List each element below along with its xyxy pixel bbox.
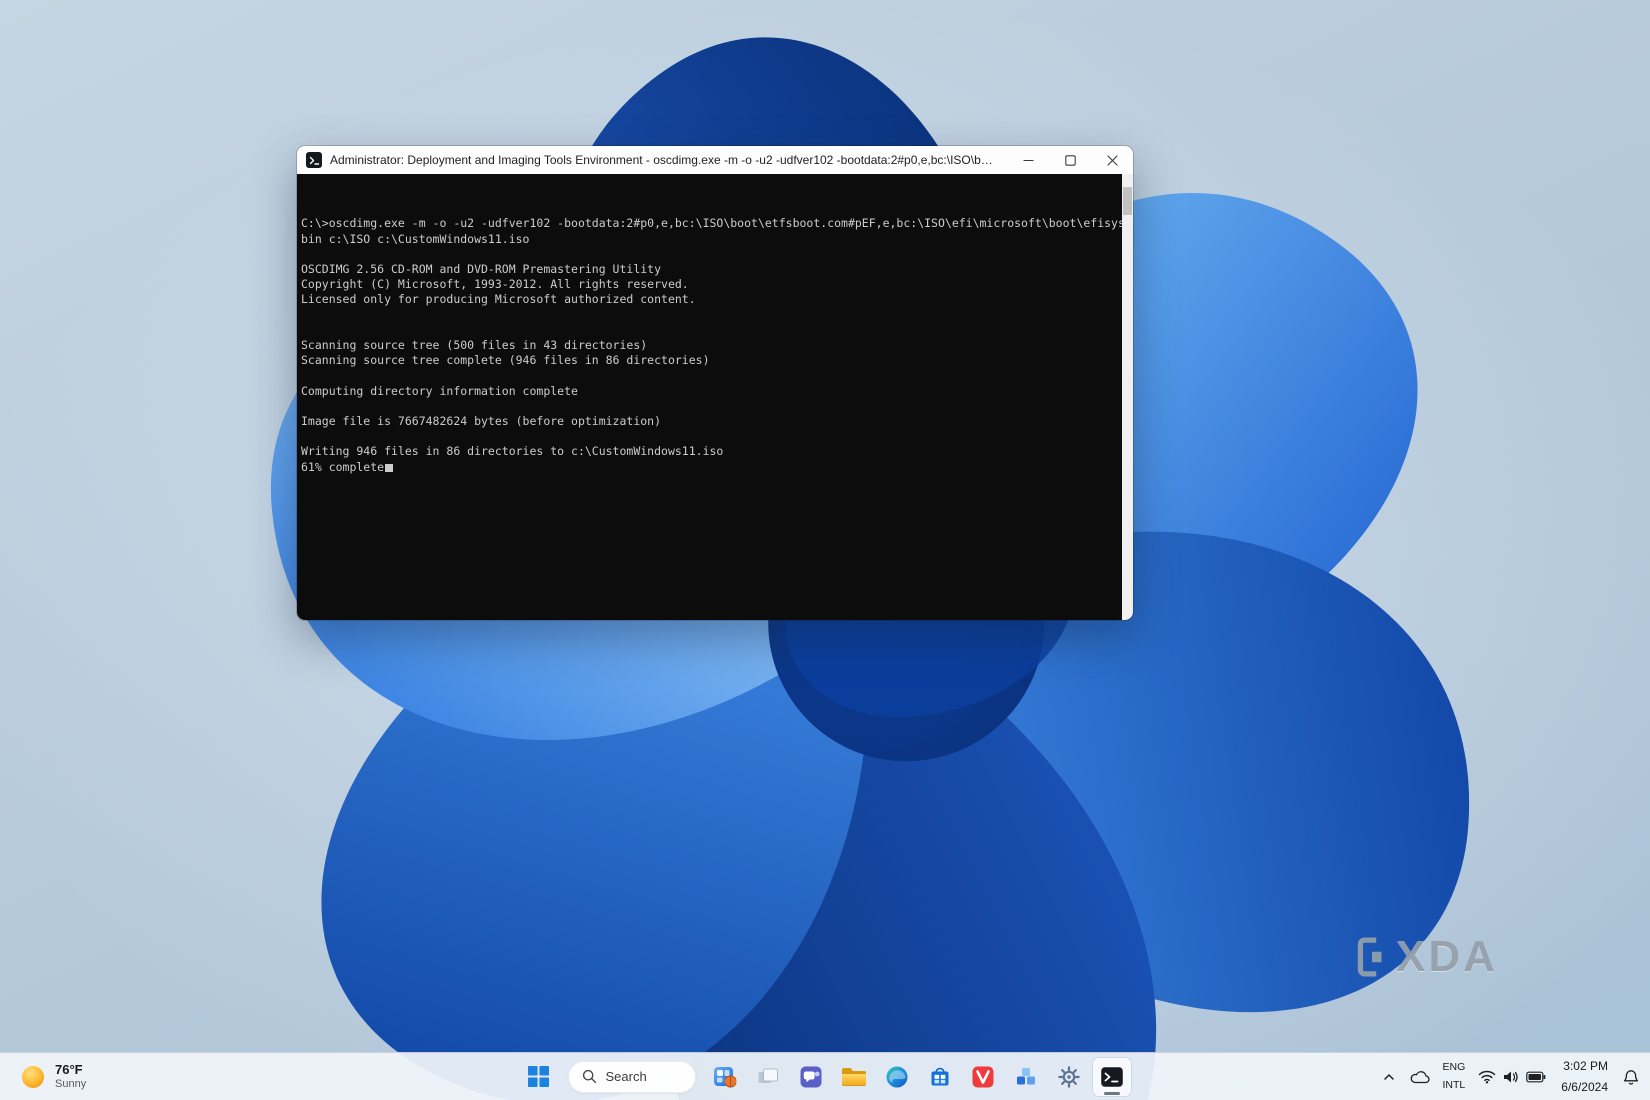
network-volume-battery-button[interactable] bbox=[1473, 1058, 1551, 1096]
battery-icon bbox=[1526, 1071, 1546, 1083]
language-line2: INTL bbox=[1442, 1079, 1466, 1091]
notification-center-button[interactable] bbox=[1618, 1058, 1644, 1096]
task-view-icon bbox=[758, 1068, 778, 1083]
search-icon bbox=[582, 1069, 596, 1084]
minimize-icon bbox=[1023, 159, 1033, 161]
minimize-button[interactable] bbox=[1007, 146, 1049, 174]
system-tray: ENG INTL 3:02 PM 6/6/2024 bbox=[1377, 1053, 1644, 1100]
teams-chat-icon bbox=[800, 1066, 821, 1087]
clock-time: 3:02 PM bbox=[1563, 1059, 1608, 1073]
taskbar-item-settings[interactable] bbox=[1050, 1058, 1088, 1096]
taskbar-center: Search bbox=[520, 1053, 1131, 1100]
weather-temperature: 76°F bbox=[55, 1062, 83, 1078]
onedrive-button[interactable] bbox=[1405, 1058, 1435, 1096]
notification-bell-icon bbox=[1623, 1069, 1639, 1085]
taskbar-item-store[interactable] bbox=[921, 1058, 959, 1096]
wifi-icon bbox=[1479, 1070, 1496, 1084]
maximize-button[interactable] bbox=[1049, 146, 1091, 174]
widgets-icon bbox=[713, 1066, 736, 1087]
taskbar-item-chat[interactable] bbox=[792, 1058, 830, 1096]
search-label: Search bbox=[605, 1069, 647, 1084]
terminal-window: Administrator: Deployment and Imaging To… bbox=[297, 146, 1133, 620]
taskbar-item-terminal-active[interactable] bbox=[1092, 1057, 1131, 1096]
window-controls bbox=[1007, 146, 1133, 174]
close-icon bbox=[1106, 154, 1118, 166]
taskbar-item-edge[interactable] bbox=[878, 1058, 916, 1096]
taskbar-item-widgets[interactable] bbox=[706, 1058, 744, 1096]
sun-icon bbox=[22, 1066, 44, 1088]
console-output: C:\>oscdimg.exe -m -o -u2 -udfver102 -bo… bbox=[301, 186, 1132, 505]
tray-overflow-button[interactable] bbox=[1377, 1058, 1401, 1096]
desktop: XDA Administrator: Deployment and Imagin… bbox=[0, 0, 1650, 1100]
blue-cubes-icon bbox=[1016, 1067, 1035, 1084]
microsoft-store-icon bbox=[931, 1067, 948, 1085]
clock[interactable]: 3:02 PM 6/6/2024 bbox=[1555, 1058, 1614, 1096]
vivaldi-browser-icon bbox=[972, 1066, 993, 1087]
weather-widget[interactable]: 76°F Sunny bbox=[8, 1057, 98, 1097]
taskbar-item-vivaldi[interactable] bbox=[964, 1058, 1002, 1096]
file-explorer-icon bbox=[841, 1067, 866, 1086]
console[interactable]: C:\>oscdimg.exe -m -o -u2 -udfver102 -bo… bbox=[297, 174, 1133, 620]
clock-date: 6/6/2024 bbox=[1561, 1080, 1608, 1094]
edge-browser-icon bbox=[886, 1066, 907, 1087]
watermark: XDA bbox=[1356, 932, 1498, 982]
cloud-icon bbox=[1410, 1071, 1430, 1084]
console-scrollbar[interactable] bbox=[1122, 174, 1133, 620]
window-titlebar[interactable]: Administrator: Deployment and Imaging To… bbox=[297, 146, 1133, 174]
taskbar-item-file-explorer[interactable] bbox=[835, 1058, 873, 1096]
windows-logo-icon bbox=[528, 1066, 549, 1087]
weather-condition: Sunny bbox=[55, 1078, 87, 1091]
terminal-icon bbox=[1100, 1066, 1123, 1087]
taskbar-item-dev-apps[interactable] bbox=[1007, 1058, 1045, 1096]
console-text-lines: C:\>oscdimg.exe -m -o -u2 -udfver102 -bo… bbox=[301, 216, 1132, 459]
console-progress-line: 61% complete bbox=[301, 459, 385, 474]
weather-texts: 76°F Sunny bbox=[55, 1062, 87, 1091]
taskbar: 76°F Sunny Search ENG INTL 3:02 PM 6/6/2… bbox=[0, 1052, 1650, 1100]
maximize-icon bbox=[1064, 154, 1076, 166]
start-button[interactable] bbox=[520, 1058, 558, 1096]
watermark-text: XDA bbox=[1396, 932, 1498, 981]
scrollbar-thumb[interactable] bbox=[1123, 187, 1132, 215]
language-switcher[interactable]: ENG INTL bbox=[1439, 1058, 1470, 1096]
window-title: Administrator: Deployment and Imaging To… bbox=[330, 153, 1007, 167]
cmd-icon bbox=[306, 152, 322, 168]
xda-logo-icon bbox=[1357, 937, 1382, 977]
chevron-up-icon bbox=[1383, 1074, 1394, 1080]
volume-icon bbox=[1504, 1071, 1518, 1083]
language-line1: ENG bbox=[1442, 1061, 1466, 1074]
text-cursor bbox=[385, 463, 394, 472]
close-button[interactable] bbox=[1091, 146, 1133, 174]
settings-gear-icon bbox=[1057, 1065, 1080, 1088]
search-box[interactable]: Search bbox=[567, 1060, 696, 1093]
taskbar-item-task-view[interactable] bbox=[749, 1058, 787, 1096]
